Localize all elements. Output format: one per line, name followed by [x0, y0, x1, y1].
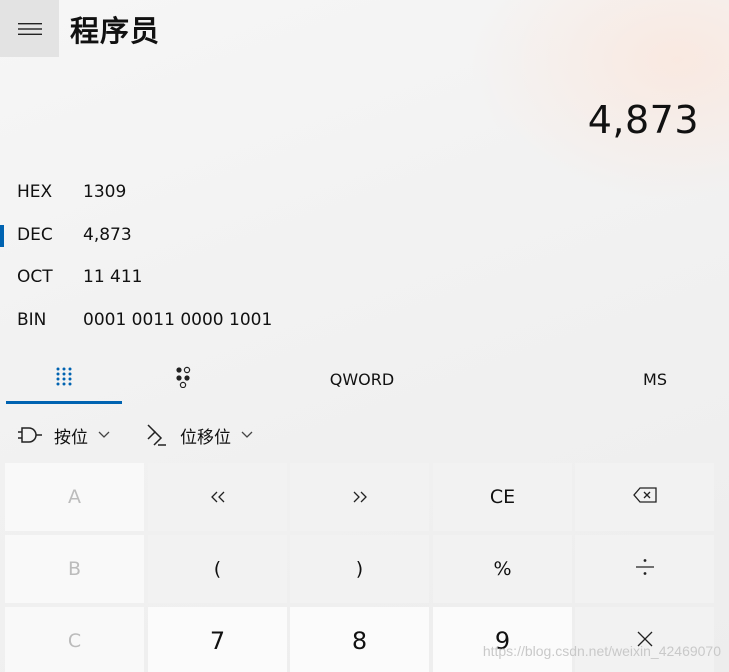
tab-full-keypad[interactable]	[6, 355, 122, 403]
key-b[interactable]: B	[5, 535, 144, 603]
radix-row-dec[interactable]: DEC 4,873	[0, 215, 400, 255]
radix-row-hex[interactable]: HEX 1309	[0, 172, 400, 212]
menu-button[interactable]	[0, 0, 59, 57]
selected-indicator	[0, 225, 4, 247]
bit-toggle-keypad-icon	[174, 366, 192, 392]
active-tab-underline	[6, 401, 122, 404]
radix-row-bin[interactable]: BIN 0001 0011 0000 1001	[0, 300, 400, 340]
radix-value: 1309	[83, 182, 127, 202]
key-open-paren[interactable]: (	[148, 535, 287, 603]
watermark: https://blog.csdn.net/weixin_42469070	[482, 643, 721, 659]
chevron-down-icon	[98, 431, 110, 439]
logic-gate-icon	[18, 425, 42, 445]
key-percent[interactable]: %	[433, 535, 572, 603]
key-a[interactable]: A	[5, 463, 144, 531]
bitshift-label: 位移位	[180, 427, 231, 448]
radix-value: 4,873	[83, 225, 132, 245]
display-value: 4,873	[587, 98, 699, 142]
radix-name: BIN	[17, 310, 47, 330]
key-8[interactable]: 8	[290, 607, 429, 672]
key-9[interactable]: 9	[433, 607, 572, 672]
radix-name: DEC	[17, 225, 53, 245]
keypad-tabs: QWORD MS	[0, 355, 729, 405]
key-right-shift[interactable]	[290, 463, 429, 531]
backspace-icon	[632, 486, 657, 508]
radix-value: 0001 0011 0000 1001	[83, 310, 273, 330]
bitshift-dropdown[interactable]: 位移位	[146, 414, 253, 456]
key-7[interactable]: 7	[148, 607, 287, 672]
operations-row: 按位 位移位	[0, 414, 729, 456]
key-clear-entry[interactable]: CE	[433, 463, 572, 531]
left-shift-icon	[209, 486, 227, 508]
radix-name: HEX	[17, 182, 53, 202]
mode-title: 程序员	[70, 14, 161, 48]
divide-icon	[635, 558, 655, 581]
chevron-down-icon	[241, 431, 253, 439]
key-divide[interactable]	[575, 535, 714, 603]
radix-name: OCT	[17, 267, 53, 287]
hamburger-icon	[17, 22, 42, 36]
bitwise-label: 按位	[54, 427, 88, 448]
key-close-paren[interactable]: )	[290, 535, 429, 603]
tab-bit-toggle[interactable]	[126, 355, 240, 403]
memory-store-button[interactable]: MS	[610, 355, 700, 403]
full-keypad-icon	[55, 366, 73, 392]
key-c[interactable]: C	[5, 607, 144, 672]
keypad: A CE B ( ) % C 7 8 9	[5, 463, 716, 672]
radix-value: 11 411	[83, 267, 143, 287]
key-multiply[interactable]	[575, 607, 714, 672]
radix-row-oct[interactable]: OCT 11 411	[0, 257, 400, 297]
bitwise-dropdown[interactable]: 按位	[18, 414, 110, 456]
bit-shift-icon	[146, 423, 168, 447]
right-shift-icon	[351, 486, 369, 508]
key-backspace[interactable]	[575, 463, 714, 531]
key-left-shift[interactable]	[148, 463, 287, 531]
word-size-button[interactable]: QWORD	[300, 355, 424, 403]
